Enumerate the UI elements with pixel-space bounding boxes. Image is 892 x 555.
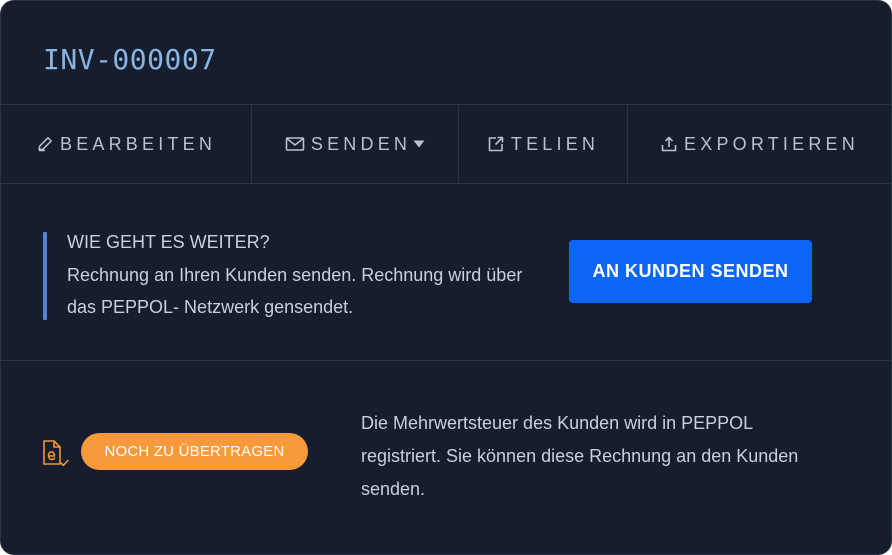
pencil-icon [36, 135, 54, 153]
status-badge: NOCH ZU ÜBERTRAGEN [81, 433, 308, 470]
share-label: TELIEN [510, 133, 600, 154]
upload-icon [660, 135, 678, 153]
e-invoice-document-icon [41, 439, 71, 474]
share-button[interactable]: TELIEN [459, 105, 628, 183]
next-steps-accent-bar [43, 232, 47, 320]
export-button[interactable]: EXPORTIEREN [628, 105, 891, 183]
send-button[interactable]: SENDEN [252, 105, 459, 183]
status-panel: NOCH ZU ÜBERTRAGEN Die Mehrwertsteuer de… [1, 361, 891, 554]
chevron-down-icon[interactable] [413, 140, 425, 148]
edit-button[interactable]: BEARBEITEN [1, 105, 252, 183]
status-description: Die Mehrwertsteuer des Kunden wird in PE… [361, 413, 799, 499]
invoice-number: INV-000007 [43, 43, 217, 76]
next-steps-text: Rechnung an Ihren Kunden senden. Rechnun… [67, 265, 523, 317]
next-steps-heading: WIE GEHT ES WEITER? [67, 232, 270, 252]
mail-icon [285, 136, 305, 152]
next-steps-panel: WIE GEHT ES WEITER? Rechnung an Ihren Ku… [1, 184, 891, 361]
send-to-customer-button[interactable]: AN KUNDEN SENDEN [569, 240, 812, 303]
edit-label: BEARBEITEN [59, 133, 217, 154]
invoice-header: INV-000007 [1, 1, 891, 105]
send-label: SENDEN [310, 133, 412, 154]
share-icon [487, 135, 505, 153]
export-label: EXPORTIEREN [684, 133, 859, 154]
invoice-card: INV-000007 BEARBEITEN SENDEN TELIEN EXPO… [0, 0, 892, 555]
action-toolbar: BEARBEITEN SENDEN TELIEN EXPORTIEREN [1, 105, 891, 184]
